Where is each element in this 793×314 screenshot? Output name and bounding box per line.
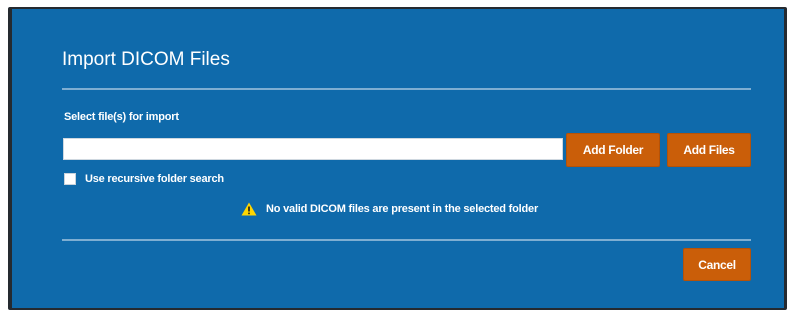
- dialog-title: Import DICOM Files: [62, 49, 230, 70]
- recursive-search-checkbox[interactable]: [64, 173, 76, 185]
- warning-icon: [241, 202, 257, 216]
- recursive-search-label: Use recursive folder search: [85, 173, 224, 185]
- file-path-input[interactable]: [63, 138, 563, 160]
- warning-text: No valid DICOM files are present in the …: [266, 203, 539, 215]
- recursive-search-option[interactable]: Use recursive folder search: [64, 173, 224, 185]
- import-dicom-dialog: Import DICOM Files Select file(s) for im…: [12, 9, 784, 308]
- cancel-button[interactable]: Cancel: [683, 248, 751, 281]
- title-divider: [62, 88, 751, 90]
- select-files-label: Select file(s) for import: [64, 111, 179, 123]
- warning-message: No valid DICOM files are present in the …: [241, 202, 538, 216]
- add-folder-button[interactable]: Add Folder: [566, 133, 660, 167]
- footer-divider: [62, 239, 751, 241]
- add-files-button[interactable]: Add Files: [667, 133, 751, 167]
